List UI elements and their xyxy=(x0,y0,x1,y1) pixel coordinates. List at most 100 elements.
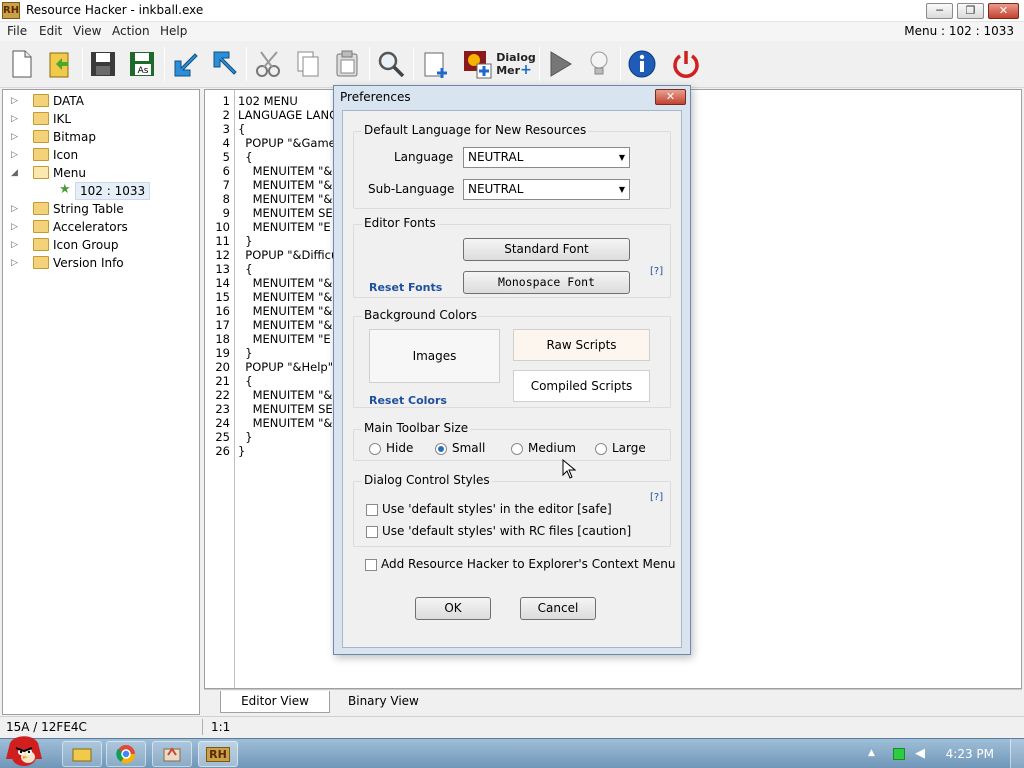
expand-icon[interactable]: ▷ xyxy=(11,111,19,127)
tab-binary-view[interactable]: Binary View xyxy=(338,691,429,713)
expand-icon[interactable]: ▷ xyxy=(11,129,19,145)
code-line[interactable]: 102 MENU xyxy=(238,94,298,108)
menu-bar: File Edit View Action Help Menu : 102 : … xyxy=(0,22,1024,41)
menu-file[interactable]: File xyxy=(7,24,27,38)
code-line[interactable]: MENUITEM "E xyxy=(238,220,331,234)
maximize-button[interactable]: ❐ xyxy=(957,3,984,19)
show-desktop-button[interactable] xyxy=(1010,739,1024,768)
about-icon[interactable] xyxy=(624,45,660,83)
copy-icon[interactable] xyxy=(290,45,326,83)
resource-tree[interactable]: ▷ DATA ▷ IKL ▷ Bitmap ▷ Icon ◢ Menu ★ 10… xyxy=(2,89,200,715)
dialog-close-button[interactable]: ✕ xyxy=(655,89,686,105)
code-line[interactable]: MENUITEM "& xyxy=(238,164,333,178)
network-icon[interactable] xyxy=(893,748,905,760)
code-line[interactable]: MENUITEM "& xyxy=(238,304,333,318)
expand-icon[interactable]: ▷ xyxy=(11,255,19,271)
find-icon[interactable] xyxy=(373,45,409,83)
fonts-help-link[interactable]: [?] xyxy=(650,266,663,277)
menu-view[interactable]: View xyxy=(73,24,101,38)
code-line[interactable]: } xyxy=(238,346,252,360)
hint-icon[interactable] xyxy=(581,45,617,83)
tray-expand-icon[interactable]: ▲ xyxy=(868,748,875,758)
tree-item-label: Menu xyxy=(53,166,86,180)
code-line[interactable]: MENUITEM SE xyxy=(238,402,333,416)
expand-icon[interactable]: ▷ xyxy=(11,237,19,253)
taskbar-chrome[interactable] xyxy=(106,741,146,767)
menu-action[interactable]: Action xyxy=(112,24,150,38)
code-line[interactable]: MENUITEM "& xyxy=(238,388,333,402)
cancel-button[interactable]: Cancel xyxy=(520,597,596,620)
save-as-icon[interactable]: As xyxy=(124,45,160,83)
tab-editor-view[interactable]: Editor View xyxy=(220,691,330,713)
add-image-icon[interactable] xyxy=(459,45,495,83)
expand-icon[interactable]: ▷ xyxy=(11,201,19,217)
run-script-icon[interactable] xyxy=(542,45,578,83)
radio-medium[interactable] xyxy=(511,443,523,455)
default-styles-editor-checkbox[interactable] xyxy=(366,504,378,516)
radio-hide[interactable] xyxy=(369,443,381,455)
code-line[interactable]: POPUP "&Difficu xyxy=(238,248,338,262)
code-line[interactable]: MENUITEM "& xyxy=(238,178,333,192)
import-icon[interactable] xyxy=(167,45,203,83)
folder-icon xyxy=(33,238,49,251)
taskbar-resource-hacker[interactable]: RH xyxy=(198,741,238,767)
cut-icon[interactable] xyxy=(251,45,287,83)
volume-icon[interactable]: ◀ xyxy=(915,746,925,761)
code-line[interactable]: { xyxy=(238,150,252,164)
taskbar-clock[interactable]: 4:23 PM xyxy=(946,747,994,761)
exit-icon[interactable] xyxy=(668,45,704,83)
code-line[interactable]: MENUITEM "& xyxy=(238,192,333,206)
open-icon[interactable] xyxy=(42,45,78,83)
add-resource-icon[interactable] xyxy=(418,45,454,83)
menu-edit[interactable]: Edit xyxy=(39,24,62,38)
collapse-icon[interactable]: ◢ xyxy=(11,165,19,181)
monospace-font-button[interactable]: Monospace Font xyxy=(463,271,630,294)
ok-button[interactable]: OK xyxy=(415,597,491,620)
reset-fonts-link[interactable]: Reset Fonts xyxy=(369,281,442,294)
sublanguage-label: Sub-Language xyxy=(368,182,455,196)
group-title: Editor Fonts xyxy=(362,216,438,230)
export-icon[interactable] xyxy=(206,45,242,83)
paste-icon[interactable] xyxy=(329,45,365,83)
code-line[interactable]: MENUITEM SE xyxy=(238,206,333,220)
code-line[interactable]: MENUITEM "& xyxy=(238,276,333,290)
compiled-scripts-color-swatch[interactable]: Compiled Scripts xyxy=(513,370,650,402)
code-line[interactable]: } xyxy=(238,234,252,248)
code-line[interactable]: POPUP "&Help" xyxy=(238,360,333,374)
reset-colors-link[interactable]: Reset Colors xyxy=(369,394,447,407)
taskbar-app[interactable] xyxy=(152,741,192,767)
radio-large[interactable] xyxy=(595,443,607,455)
dialog-merge-icon[interactable]: Dialog Mer+ xyxy=(496,45,536,83)
images-color-swatch[interactable]: Images xyxy=(369,329,500,383)
code-line[interactable]: { xyxy=(238,122,245,136)
minimize-button[interactable]: ─ xyxy=(926,3,953,19)
code-line[interactable]: { xyxy=(238,374,252,388)
raw-scripts-color-swatch[interactable]: Raw Scripts xyxy=(513,329,650,361)
start-button[interactable] xyxy=(2,733,46,768)
code-line[interactable]: MENUITEM "& xyxy=(238,318,333,332)
expand-icon[interactable]: ▷ xyxy=(11,147,19,163)
code-line[interactable]: MENUITEM "& xyxy=(238,416,333,430)
save-icon[interactable] xyxy=(85,45,121,83)
code-line[interactable]: MENUITEM "& xyxy=(238,290,333,304)
radio-small[interactable] xyxy=(435,443,447,455)
new-icon[interactable] xyxy=(3,45,39,83)
taskbar-explorer[interactable] xyxy=(62,741,102,767)
code-line[interactable]: POPUP "&Game xyxy=(238,136,335,150)
styles-help-link[interactable]: [?] xyxy=(650,492,663,503)
menu-help[interactable]: Help xyxy=(160,24,187,38)
expand-icon[interactable]: ▷ xyxy=(11,219,19,235)
expand-icon[interactable]: ▷ xyxy=(11,93,19,109)
tree-item-label: Icon xyxy=(53,148,79,162)
code-line[interactable]: } xyxy=(238,430,252,444)
sublanguage-select[interactable]: NEUTRAL ▼ xyxy=(463,179,630,200)
context-menu-checkbox[interactable] xyxy=(365,559,377,571)
default-styles-rc-checkbox[interactable] xyxy=(366,526,378,538)
code-line[interactable]: MENUITEM "E xyxy=(238,332,331,346)
code-line[interactable]: { xyxy=(238,262,252,276)
code-line[interactable]: LANGUAGE LANG xyxy=(238,108,338,122)
code-line[interactable]: } xyxy=(238,444,245,458)
language-select[interactable]: NEUTRAL ▼ xyxy=(463,147,630,168)
close-button[interactable]: ✕ xyxy=(988,3,1019,19)
standard-font-button[interactable]: Standard Font xyxy=(463,238,630,261)
